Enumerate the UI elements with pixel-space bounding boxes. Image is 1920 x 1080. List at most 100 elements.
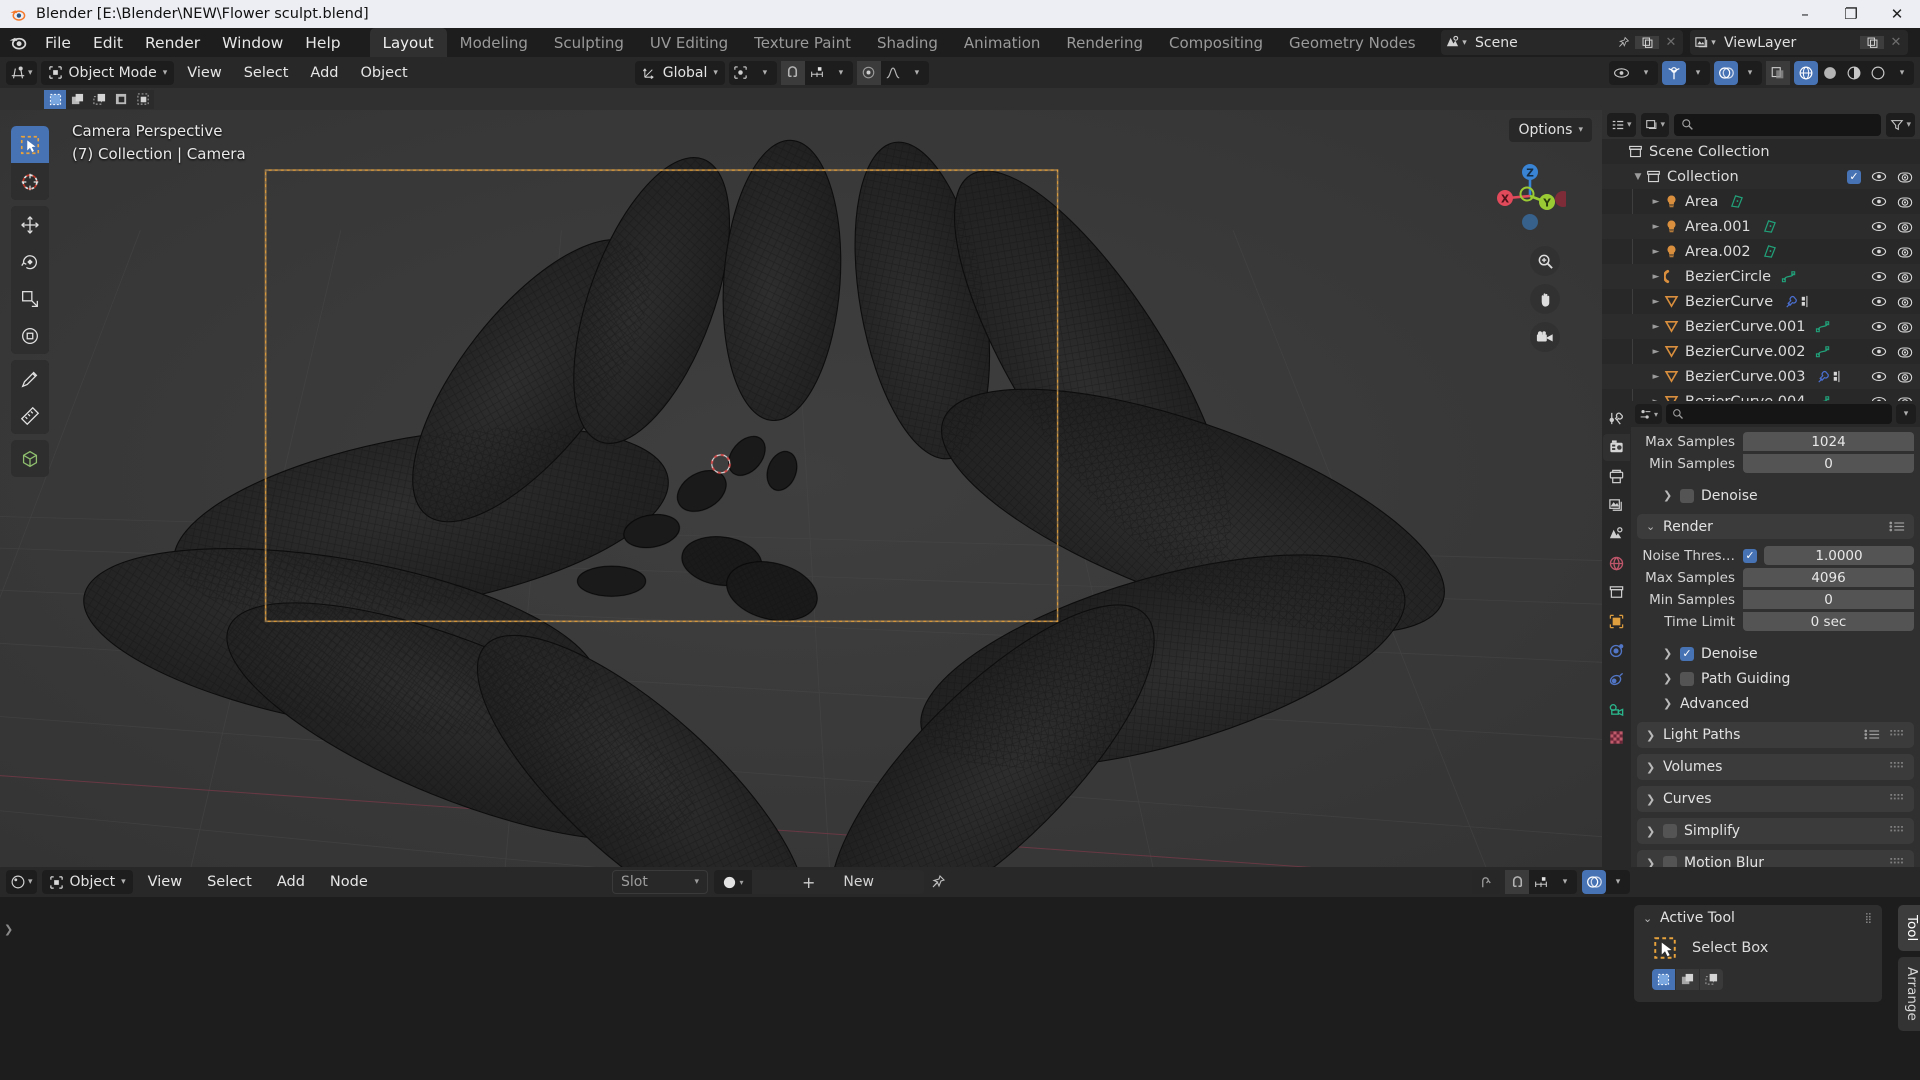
noise-threshold-field[interactable]: 1.0000 (1764, 546, 1914, 565)
editor-type-selector[interactable]: ▾ (6, 60, 37, 85)
hide-in-viewport-icon[interactable] (1871, 395, 1887, 401)
outliner-row[interactable]: ► BezierCurve.003 (1602, 364, 1920, 389)
pin-scene-icon[interactable] (1611, 36, 1635, 49)
visibility-dropdown-icon[interactable]: ▾ (1634, 61, 1658, 85)
panel-drag-grip[interactable] (1890, 858, 1905, 867)
workspace-tab-geometry-nodes[interactable]: Geometry Nodes (1276, 28, 1429, 57)
outliner-row[interactable]: ► BezierCurve.001 (1602, 314, 1920, 339)
light-data-icon[interactable] (1761, 219, 1778, 234)
outliner-row[interactable]: Scene Collection (1602, 139, 1920, 164)
disable-in-render-icon[interactable] (1897, 170, 1913, 184)
properties-options-icon[interactable]: ▾ (1896, 404, 1916, 424)
node-add-menu[interactable]: Add (267, 870, 315, 894)
gizmo-dropdown-icon[interactable]: ▾ (1686, 61, 1710, 85)
expand-triangle-icon[interactable]: ► (1648, 297, 1664, 307)
tool-measure[interactable] (11, 397, 49, 434)
viewport-denoise-checkbox[interactable] (1680, 488, 1694, 503)
expand-triangle-icon[interactable]: ► (1648, 272, 1664, 282)
tab-viewlayer-icon[interactable] (1603, 492, 1630, 519)
tool-transform[interactable] (11, 317, 49, 354)
node-overlays-icon[interactable] (1582, 870, 1606, 894)
outliner-row[interactable]: ► Area (1602, 189, 1920, 214)
tool-move[interactable] (11, 206, 49, 243)
tab-tool-icon[interactable] (1603, 405, 1630, 432)
properties-editor-type-icon[interactable]: ▾ (1635, 404, 1663, 424)
xray-toggle-icon[interactable] (1766, 60, 1790, 85)
render-preset-icon[interactable] (1889, 521, 1905, 532)
viewport-options-button[interactable]: Options ▾ (1509, 118, 1592, 142)
select-menu[interactable]: Select (235, 61, 298, 85)
outliner-row[interactable]: ► BezierCurve.002 (1602, 339, 1920, 364)
outliner-row[interactable]: ▼ Collection (1602, 164, 1920, 189)
object-visibility-icon[interactable] (1609, 61, 1634, 85)
tool-annotate[interactable] (11, 360, 49, 397)
disable-in-render-icon[interactable] (1897, 345, 1913, 359)
viewlayer-selector[interactable]: ▾ ViewLayer ✕ (1690, 30, 1908, 55)
tab-collection-icon[interactable] (1603, 579, 1630, 606)
pivot-point-selector[interactable]: ▾ (728, 60, 777, 85)
select-box-tool-icon[interactable] (1652, 935, 1678, 961)
hide-in-viewport-icon[interactable] (1871, 370, 1887, 383)
disable-in-render-icon[interactable] (1897, 370, 1913, 384)
time-limit-field[interactable]: 0 sec (1743, 612, 1914, 631)
panel-drag-grip[interactable] (1890, 794, 1905, 803)
node-snap-dropdown-icon[interactable]: ▾ (1553, 870, 1577, 894)
workspace-tab-rendering[interactable]: Rendering (1053, 28, 1156, 57)
tool-mode-extend[interactable] (1676, 969, 1699, 990)
show-overlays-icon[interactable] (1714, 60, 1738, 85)
navigation-gizmo[interactable]: Z X Y (1494, 160, 1566, 232)
material-datablock-selector[interactable]: ▾ + New (714, 870, 924, 894)
panel-drag-grip[interactable] (1890, 826, 1905, 835)
shader-type-selector[interactable]: Object ▾ (41, 870, 133, 894)
pan-hand-icon[interactable] (1530, 284, 1560, 314)
go-to-parent-icon[interactable] (1472, 870, 1500, 894)
properties-panel-light-paths[interactable]: ❯ Light Paths (1637, 722, 1914, 748)
rendered-shading-icon[interactable] (1866, 61, 1890, 85)
panel-drag-grip[interactable] (1890, 730, 1905, 739)
viewport-max-samples-field[interactable]: 1024 (1743, 432, 1914, 451)
tool-rotate[interactable] (11, 243, 49, 280)
hide-in-viewport-icon[interactable] (1871, 295, 1887, 308)
select-intersect-icon[interactable] (132, 89, 154, 109)
panel-preset-icon[interactable] (1864, 729, 1880, 740)
disable-in-render-icon[interactable] (1897, 320, 1913, 334)
shader-node-canvas[interactable]: ❯ ⌄ Active Tool ⣿ Select Box Tool Arrang… (0, 897, 1920, 1079)
render-denoise-subpanel[interactable]: ❯ Denoise (1637, 641, 1914, 666)
advanced-subpanel[interactable]: ❯ Advanced (1637, 691, 1914, 716)
menu-render[interactable]: Render (134, 26, 211, 60)
tab-render-icon[interactable] (1603, 434, 1630, 461)
close-button[interactable]: ✕ (1874, 0, 1920, 28)
menu-edit[interactable]: Edit (82, 26, 134, 60)
collection-enable-checkbox[interactable] (1847, 169, 1861, 184)
hide-in-viewport-icon[interactable] (1871, 245, 1887, 258)
expand-triangle-icon[interactable]: ► (1648, 222, 1664, 232)
solid-shading-icon[interactable] (1818, 61, 1842, 85)
node-magnet-icon[interactable] (1505, 870, 1529, 894)
shading-dropdown-icon[interactable]: ▾ (1890, 61, 1914, 85)
object-menu[interactable]: Object (352, 61, 417, 85)
outliner-search-input[interactable] (1674, 113, 1882, 136)
zoom-icon[interactable] (1530, 246, 1560, 276)
tool-add-cube[interactable] (11, 440, 49, 477)
node-view-menu[interactable]: View (138, 870, 192, 894)
hide-in-viewport-icon[interactable] (1871, 195, 1887, 208)
add-menu[interactable]: Add (301, 61, 347, 85)
tool-mode-set[interactable] (1652, 969, 1675, 990)
new-viewlayer-icon[interactable] (1860, 36, 1884, 49)
tab-physics-icon[interactable] (1603, 637, 1630, 664)
workspace-tab-modeling[interactable]: Modeling (447, 28, 541, 57)
snap-target-icon[interactable] (805, 61, 829, 85)
panel-enable-checkbox[interactable] (1663, 824, 1677, 838)
tab-constraints-icon[interactable] (1603, 666, 1630, 693)
pivot-dropdown-icon[interactable]: ▾ (753, 61, 777, 85)
outliner-row[interactable]: ► Area.002 (1602, 239, 1920, 264)
workspace-tab-shading[interactable]: Shading (864, 28, 951, 57)
3d-viewport[interactable]: Camera Perspective (7) Collection | Came… (0, 110, 1602, 867)
panel-drag-handle[interactable]: ⣿ (1865, 913, 1873, 924)
curve-data-icon[interactable] (1815, 319, 1832, 334)
outliner-row[interactable]: ► BezierCurve.004 (1602, 389, 1920, 401)
pin-material-icon[interactable] (930, 874, 946, 890)
tab-material-icon[interactable] (1603, 724, 1630, 751)
render-panel-header[interactable]: ⌄ Render (1637, 514, 1914, 539)
select-extend-icon[interactable] (66, 89, 88, 109)
